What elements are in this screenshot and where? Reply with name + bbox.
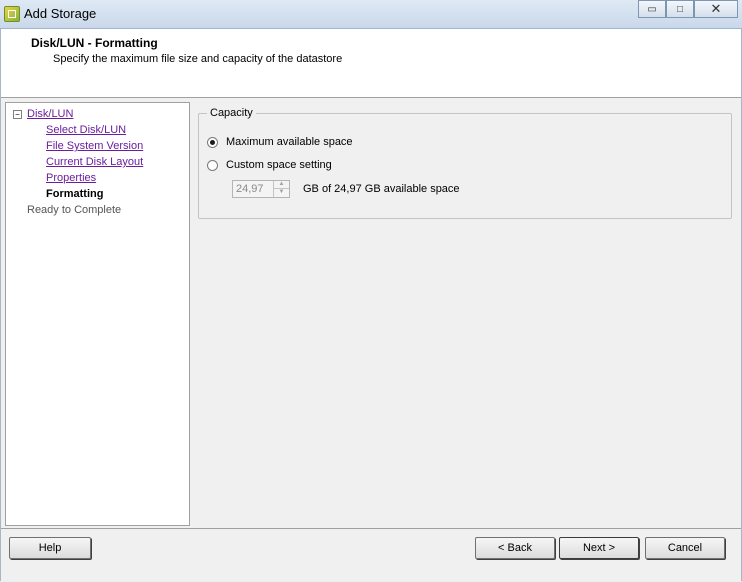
size-value: 24,97 (236, 183, 264, 195)
step-current-disk-layout[interactable]: Current Disk Layout (46, 156, 143, 168)
title-bar: Add Storage ▭ □ ✕ (0, 0, 742, 29)
window-controls: ▭ □ ✕ (638, 0, 738, 18)
back-button[interactable]: < Back (475, 537, 555, 559)
collapse-icon[interactable]: − (13, 110, 22, 119)
step-file-system-version[interactable]: File System Version (46, 140, 143, 152)
step-formatting: Formatting (46, 188, 104, 200)
vsphere-app-icon (4, 6, 20, 22)
max-space-radio[interactable] (207, 136, 218, 148)
footer-divider (1, 528, 741, 529)
available-space-text: GB of 24,97 GB available space (303, 183, 460, 195)
spin-down-icon: ▼ (278, 189, 285, 195)
minimize-button[interactable]: ▭ (638, 0, 666, 18)
cancel-button[interactable]: Cancel (645, 537, 725, 559)
next-button[interactable]: Next > (559, 537, 639, 559)
page-subtitle: Specify the maximum file size and capaci… (53, 53, 343, 65)
capacity-group: Capacity Maximum available space Custom … (198, 107, 732, 219)
step-select-disk-lun[interactable]: Select Disk/LUN (46, 124, 126, 136)
wizard-steps-panel: − Disk/LUN Select Disk/LUN File System V… (5, 102, 190, 526)
custom-space-label[interactable]: Custom space setting (226, 159, 332, 171)
main-content: Capacity Maximum available space Custom … (189, 102, 739, 525)
help-button[interactable]: Help (9, 537, 91, 559)
max-space-option[interactable]: Maximum available space (207, 136, 353, 148)
spin-up-icon: ▲ (274, 181, 289, 189)
wizard-header: Disk/LUN - Formatting Specify the maximu… (1, 29, 741, 98)
close-button[interactable]: ✕ (694, 0, 738, 18)
dialog-client-area: Disk/LUN - Formatting Specify the maximu… (0, 29, 742, 581)
step-disk-lun[interactable]: Disk/LUN (27, 108, 73, 120)
step-properties[interactable]: Properties (46, 172, 96, 184)
custom-space-radio[interactable] (207, 159, 218, 171)
step-ready-to-complete: Ready to Complete (27, 204, 122, 216)
window-title: Add Storage (24, 6, 97, 21)
max-space-label[interactable]: Maximum available space (226, 136, 353, 148)
capacity-legend: Capacity (207, 107, 256, 119)
page-title: Disk/LUN - Formatting (31, 36, 158, 50)
custom-space-option[interactable]: Custom space setting (207, 159, 332, 171)
maximize-button[interactable]: □ (666, 0, 694, 18)
size-stepper: 24,97 ▲ ▼ (232, 180, 290, 198)
stepper-buttons: ▲ ▼ (273, 181, 289, 197)
